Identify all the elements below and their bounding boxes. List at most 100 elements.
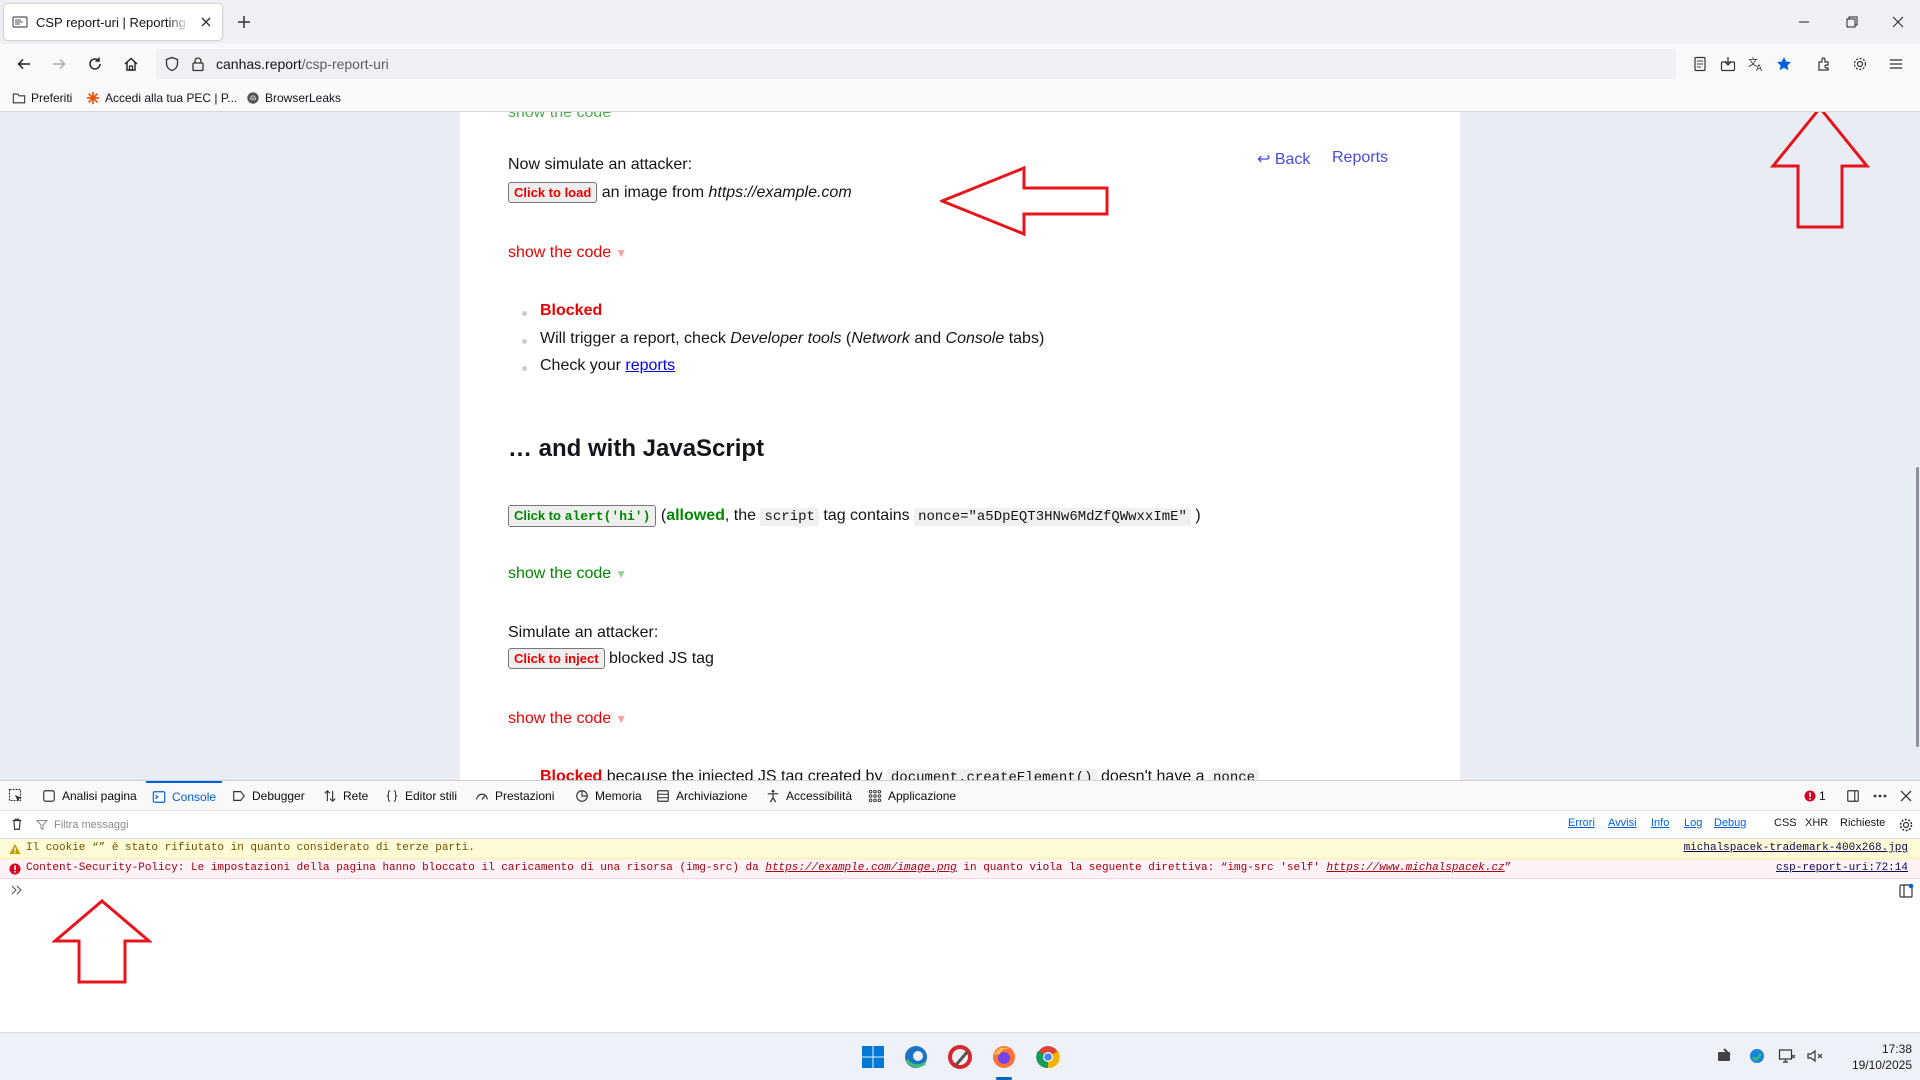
click-to-alert-button[interactable]: Click to alert('hi'): [508, 505, 657, 527]
dock-side-icon[interactable]: [1846, 781, 1860, 811]
bookmark-star-icon[interactable]: [1776, 56, 1792, 72]
bookmark-browserleaks[interactable]: BrowserLeaks: [246, 89, 341, 107]
split-console-editor-icon[interactable]: [1898, 883, 1914, 899]
filter-requests[interactable]: Richieste: [1840, 817, 1885, 829]
close-tab-icon[interactable]: [198, 14, 214, 30]
clear-console-trash-icon[interactable]: [10, 817, 24, 831]
filter-info[interactable]: Info: [1651, 817, 1669, 829]
devtools-more-icon[interactable]: [1872, 781, 1888, 811]
page-scrollbar-thumb[interactable]: [1916, 467, 1919, 747]
error-directive-url[interactable]: https://www.michalspacek.cz: [1326, 862, 1504, 874]
filter-xhr[interactable]: XHR: [1805, 817, 1828, 829]
tab-console[interactable]: Console: [146, 781, 223, 811]
show-code-toggle[interactable]: show the code ▼: [508, 710, 627, 728]
tag-contains-text: tag contains: [823, 507, 910, 524]
click-to-load-button[interactable]: Click to load: [508, 182, 598, 203]
error-count: 1: [1819, 789, 1826, 803]
network-label: Network: [851, 330, 910, 347]
restore-icon[interactable]: [1830, 0, 1874, 44]
menu-hamburger-icon[interactable]: [1884, 52, 1908, 76]
tab-inspector[interactable]: Analisi pagina: [42, 781, 137, 811]
network-monitor-icon[interactable]: [1778, 1047, 1796, 1065]
bookmark-pec[interactable]: Accedi alla tua PEC | P...: [86, 89, 237, 107]
warning-source-link[interactable]: michalspacek-trademark-400x268.jpg: [1684, 842, 1908, 854]
show-code-label: show the code: [508, 244, 612, 261]
filter-css[interactable]: CSS: [1774, 817, 1797, 829]
error-count-badge[interactable]: 1: [1804, 781, 1826, 811]
reader-view-icon[interactable]: [1692, 56, 1708, 72]
tab-style-editor[interactable]: Editor stili: [385, 781, 457, 811]
ccleaner-icon[interactable]: [946, 1043, 974, 1071]
forward-arrow-icon[interactable]: [47, 52, 71, 76]
reload-icon[interactable]: [83, 52, 107, 76]
devtools-tab-label: Console: [172, 790, 217, 804]
accessibility-icon: [767, 789, 779, 803]
home-icon[interactable]: [119, 52, 143, 76]
tab-performance[interactable]: Prestazioni: [475, 781, 554, 811]
extensions-icon[interactable]: [1812, 52, 1836, 76]
save-to-pocket-icon[interactable]: [1720, 56, 1736, 72]
tab-memory[interactable]: Memoria: [575, 781, 642, 811]
close-devtools-icon[interactable]: [1900, 781, 1912, 811]
filter-messages-input[interactable]: Filtra messaggi: [36, 812, 1336, 838]
bookmark-label: BrowserLeaks: [265, 91, 342, 105]
reports-link[interactable]: reports: [625, 357, 675, 374]
close-window-icon[interactable]: [1876, 0, 1920, 44]
js-section-heading: … and with JavaScript: [508, 435, 765, 462]
devtools-tab-label: Archiviazione: [676, 789, 748, 803]
show-code-toggle-cut[interactable]: show the code: [508, 112, 611, 122]
firefox-icon[interactable]: [990, 1043, 1018, 1071]
system-tray-app-icon[interactable]: [1716, 1047, 1734, 1065]
show-code-toggle[interactable]: show the code ▼: [508, 565, 627, 583]
system-clock[interactable]: 17:38 19/10/2025: [1852, 1041, 1912, 1073]
show-code-label: show the code: [508, 565, 612, 582]
the-text: , the: [724, 507, 757, 524]
lock-icon[interactable]: [190, 56, 206, 72]
filter-warnings[interactable]: Avvisi: [1608, 817, 1637, 829]
tab-debugger[interactable]: Debugger: [232, 781, 305, 811]
alert-button-code: alert('hi'): [564, 509, 651, 524]
nonce-word-code: nonce: [1209, 769, 1260, 780]
filter-errors[interactable]: Errori: [1568, 817, 1595, 829]
minimize-icon[interactable]: [1782, 0, 1826, 44]
bookmark-label: Accedi alla tua PEC | P...: [105, 91, 238, 105]
svg-text:A: A: [1756, 64, 1763, 72]
error-blocked-url[interactable]: https://example.com/image.png: [765, 862, 956, 874]
tab-accessibility[interactable]: Accessibilità: [766, 781, 852, 811]
filter-debug[interactable]: Debug: [1714, 817, 1746, 829]
tab-storage[interactable]: Archiviazione: [656, 781, 747, 811]
chrome-icon[interactable]: [1034, 1043, 1062, 1071]
address-bar[interactable]: canhas.report/csp-report-uri 文A: [156, 49, 1791, 79]
devtools-label: Developer tools: [730, 330, 842, 347]
back-arrow-icon[interactable]: [12, 52, 36, 76]
tab-title: CSP report-uri | Reporting API D: [36, 14, 190, 30]
filter-log[interactable]: Log: [1684, 817, 1702, 829]
attacker-intro: Now simulate an attacker:: [508, 156, 693, 173]
console-prompt-chevron-icon: [11, 885, 23, 895]
error-source-link[interactable]: csp-report-uri:72:14: [1776, 862, 1908, 874]
tracking-protection-shield-icon[interactable]: [164, 56, 180, 72]
defender-shield-icon[interactable]: [1748, 1047, 1766, 1065]
gauge-icon: [476, 793, 488, 800]
tab-application[interactable]: Applicazione: [868, 781, 956, 811]
console-settings-gear-icon[interactable]: [1898, 817, 1914, 833]
back-link[interactable]: ↩ Back: [1257, 149, 1310, 169]
speaker-muted-icon[interactable]: [1806, 1047, 1824, 1065]
edge-browser-icon[interactable]: [902, 1043, 930, 1071]
click-to-inject-button[interactable]: Click to inject: [508, 648, 605, 669]
settings-gear-icon[interactable]: [1848, 52, 1872, 76]
translate-icon[interactable]: 文A: [1748, 56, 1764, 72]
reports-nav-link[interactable]: Reports: [1332, 149, 1388, 167]
error-end: ”: [1504, 862, 1512, 874]
console-input[interactable]: [28, 879, 1878, 901]
image-from-text: an image from: [601, 184, 705, 201]
inject-line: Click to inject blocked JS tag: [508, 648, 714, 669]
element-picker-icon[interactable]: [8, 781, 24, 811]
tab-network[interactable]: Rete: [323, 781, 368, 811]
new-tab-icon[interactable]: [234, 12, 254, 32]
windows-start-icon[interactable]: [859, 1043, 887, 1071]
bookmark-preferiti[interactable]: Preferiti: [12, 89, 72, 107]
browser-tab[interactable]: CSP report-uri | Reporting API D: [4, 4, 222, 40]
show-code-toggle[interactable]: show the code ▼: [508, 244, 627, 262]
annotation-arrow-up-console: [52, 899, 152, 984]
